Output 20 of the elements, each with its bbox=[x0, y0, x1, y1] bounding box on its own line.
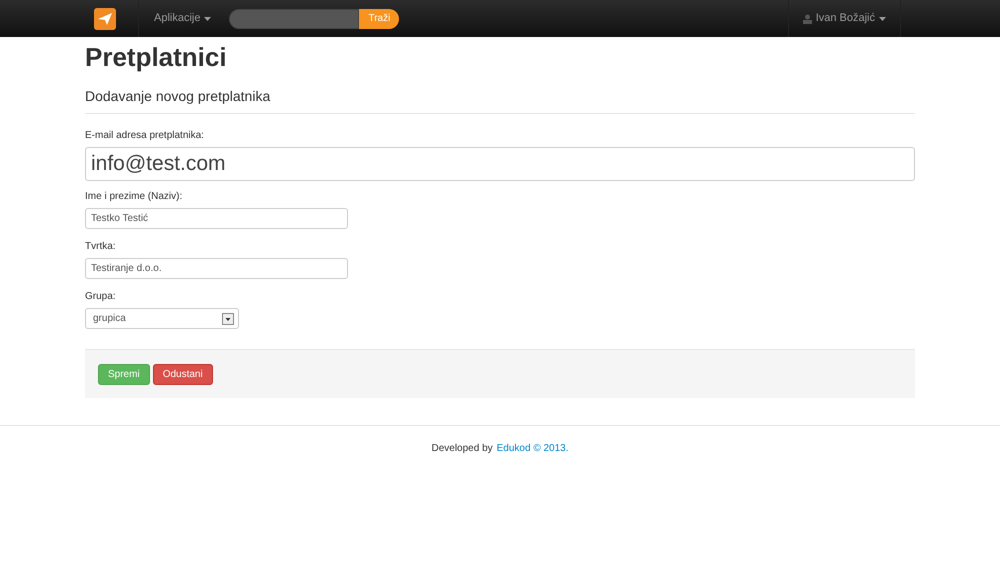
user-icon bbox=[802, 14, 812, 24]
logo-icon[interactable] bbox=[94, 8, 116, 30]
email-field[interactable]: info@test.com bbox=[85, 147, 915, 181]
user-menu[interactable]: Ivan Božajić bbox=[788, 10, 900, 27]
search-field[interactable] bbox=[229, 8, 360, 28]
section-title: Dodavanje novog pretplatnika bbox=[85, 86, 915, 114]
footer-link[interactable]: Edukod © 2013. bbox=[496, 441, 569, 456]
group-select[interactable]: grupica bbox=[85, 308, 239, 329]
text-field[interactable]: Testko Testić bbox=[85, 208, 348, 229]
field-label: Tvrtka: bbox=[85, 240, 117, 254]
caret-icon bbox=[879, 16, 886, 20]
caret-icon bbox=[204, 16, 212, 20]
field-label: E-mail adresa pretplatnika: bbox=[85, 129, 205, 143]
page-title: Pretplatnici bbox=[85, 41, 228, 73]
field-label: Grupa: bbox=[85, 290, 117, 304]
apps-menu[interactable]: Aplikacije bbox=[154, 10, 212, 27]
field-label: Ime i prezime (Naziv): bbox=[85, 190, 184, 204]
footer-text: Developed by bbox=[431, 442, 493, 456]
text-field[interactable]: Testiranje d.o.o. bbox=[85, 258, 348, 279]
cancel-button[interactable]: Odustani bbox=[152, 364, 213, 384]
